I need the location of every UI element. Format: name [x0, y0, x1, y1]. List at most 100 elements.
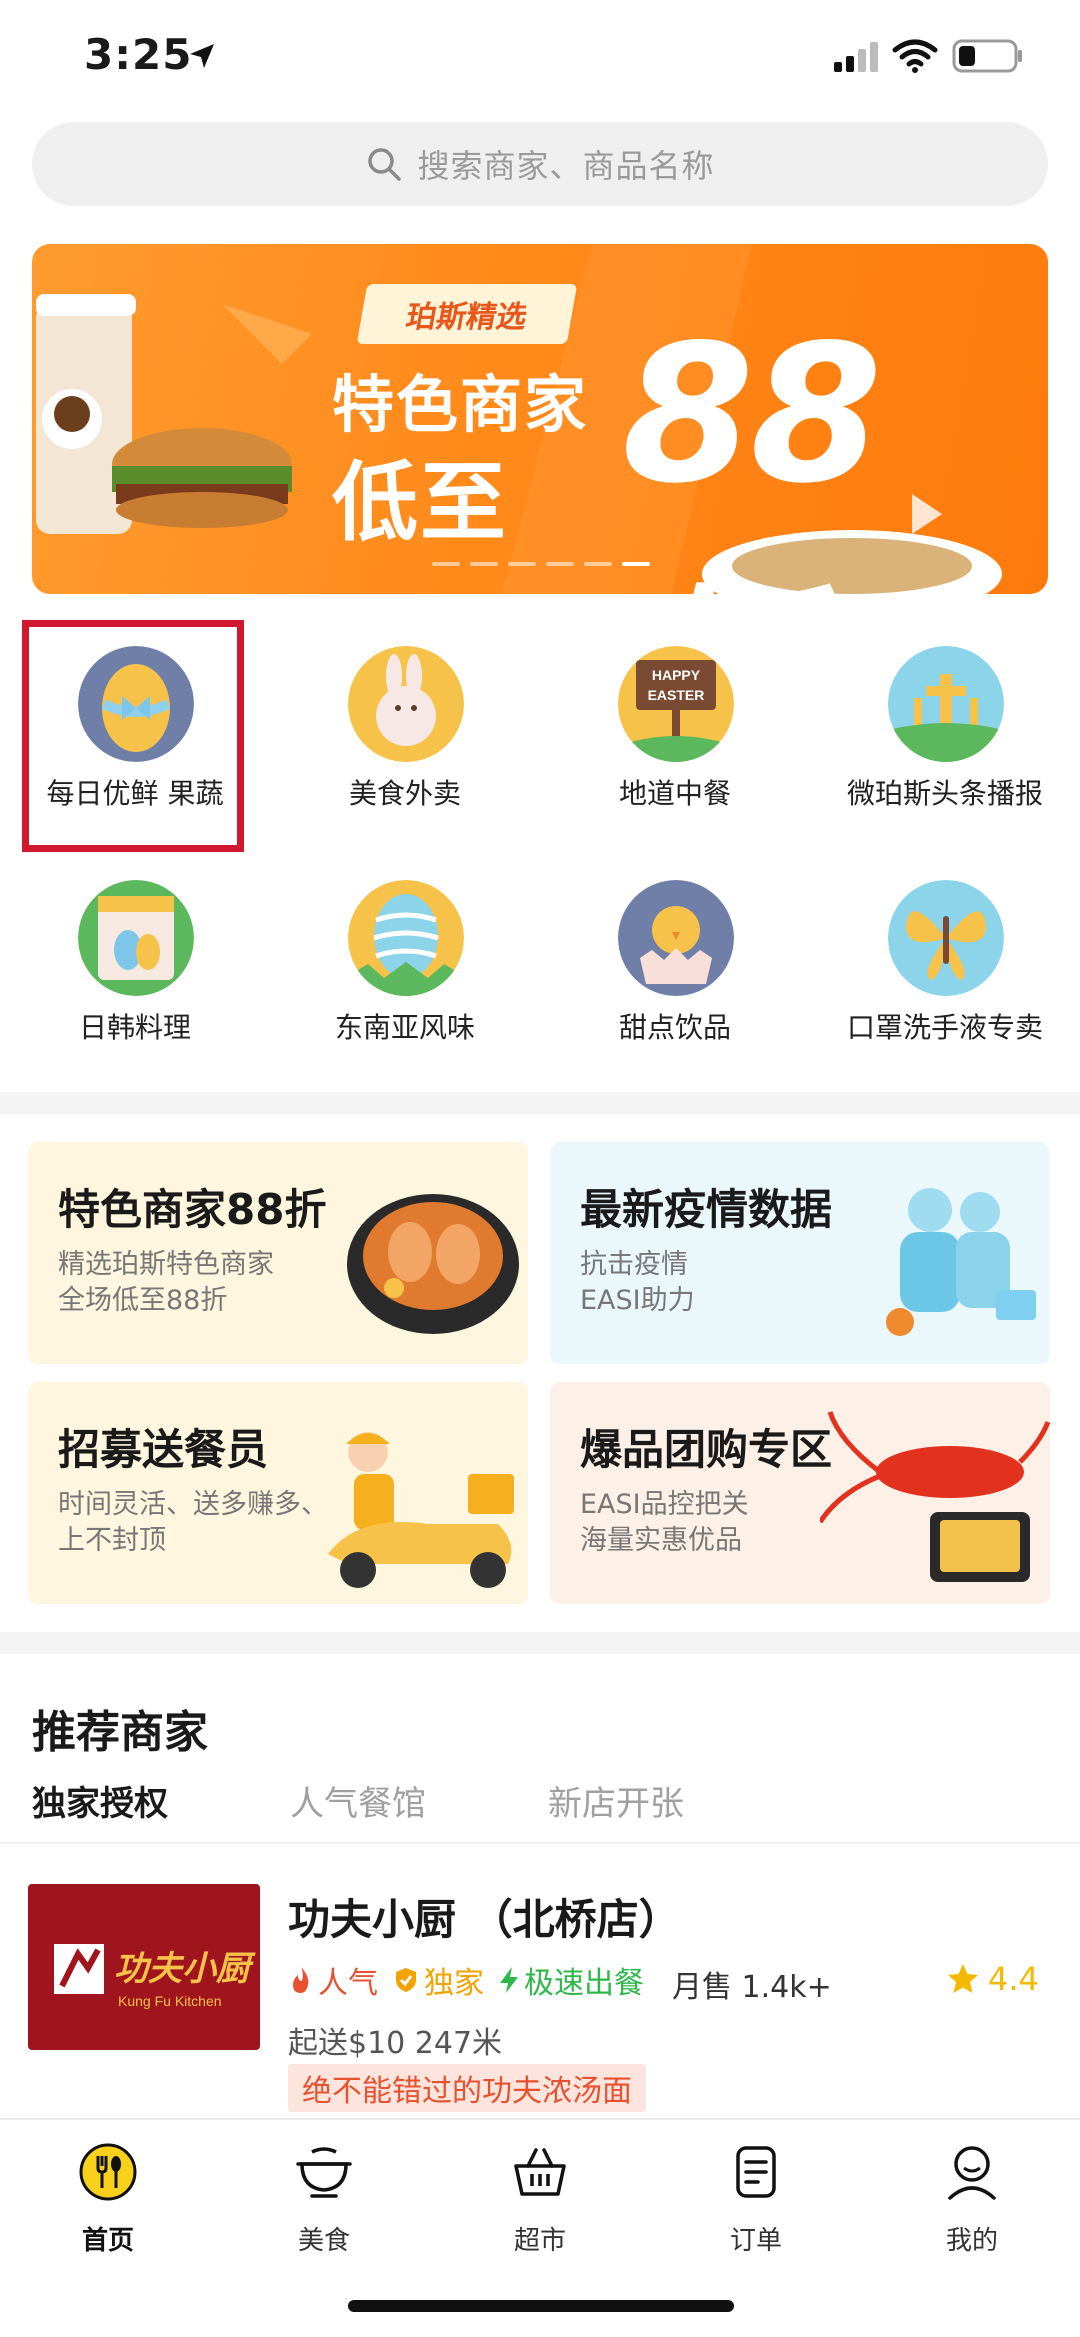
selection-highlight-box [22, 620, 244, 852]
card-subtitle: 抗击疫情 [580, 1249, 688, 1280]
tag-popular: 人气 [288, 1958, 378, 2002]
fire-icon [293, 1967, 309, 1993]
card-subtitle: 时间灵活、送多赚多、 [58, 1489, 328, 1520]
card-subtitle: EASI品控把关 [580, 1489, 749, 1520]
banner-pagination [432, 562, 650, 566]
hotpot-dish-icon [347, 1194, 519, 1334]
promo-card-courier-recruit[interactable]: 招募送餐员 时间灵活、送多赚多、 上不封顶 [28, 1382, 528, 1604]
merchant-monthly-sales: 月售 1.4k+ [672, 1970, 832, 2005]
pagination-dot [508, 562, 536, 566]
scooter-courier-icon [328, 1432, 514, 1588]
banner-headline: 特色商家 [332, 368, 589, 441]
promo-card-special-merchants[interactable]: 特色商家88折 精选珀斯特色商家 全场低至88折 [28, 1142, 528, 1364]
pagination-dot [432, 562, 460, 566]
card-subtitle: 海量实惠优品 [580, 1525, 742, 1556]
pagination-dot [546, 562, 574, 566]
medical-staff-icon [886, 1188, 1036, 1336]
category-label: 甜点饮品 [618, 1011, 731, 1044]
section-divider [0, 1632, 1080, 1654]
section-divider [0, 1092, 1080, 1114]
pagination-dot [584, 562, 612, 566]
category-label: 东南亚风味 [334, 1011, 475, 1044]
bunny-icon [348, 646, 464, 762]
battery-icon [952, 39, 1022, 73]
tabs-divider [0, 1842, 1080, 1844]
tab-new-stores[interactable]: 新店开张 [548, 1776, 684, 1825]
promo-banner[interactable]: 珀斯精选 特色商家 低至 88折 [32, 244, 1048, 594]
tag-label: 独家 [424, 1966, 484, 2001]
crosses-icon [888, 646, 1004, 762]
tab-home[interactable]: 首页 [28, 2142, 188, 2262]
order-list-icon [736, 2146, 776, 2198]
merchant-name: 功夫小厨 （北桥店） [288, 1895, 681, 1944]
kung-fu-kitchen-logo: 功夫小厨 Kung Fu Kitchen [54, 1944, 256, 2009]
merchant-list-item[interactable]: 功夫小厨 Kung Fu Kitchen 功夫小厨 （北桥店） 人气 独家 极速… [0, 1862, 1080, 2122]
tag-label: 人气 [318, 1966, 378, 2001]
pagination-dot-active [622, 562, 650, 566]
section-title: 推荐商家 [32, 1707, 208, 1758]
status-bar: 3:25 [0, 0, 1080, 118]
bowl-icon [296, 2147, 352, 2198]
category-label: 口罩洗手液专卖 [846, 1011, 1043, 1044]
search-input[interactable]: 搜索商家、商品名称 [32, 122, 1048, 206]
cellular-signal-icon [834, 42, 878, 72]
home-indicator [348, 2300, 734, 2312]
card-subtitle: EASI助力 [580, 1285, 695, 1316]
promo-card-group-buy[interactable]: 爆品团购专区 EASI品控把关 海量实惠优品 [550, 1382, 1050, 1604]
banner-discount: 88折 [622, 304, 882, 594]
tab-exclusive[interactable]: 独家授权 [32, 1776, 168, 1825]
calendar-egg-icon [78, 880, 194, 996]
card-title: 特色商家88折 [58, 1185, 327, 1234]
category-jp-kr[interactable]: 日韩料理 [0, 854, 270, 1074]
card-title: 最新疫情数据 [580, 1185, 833, 1234]
status-time: 3:25 [84, 30, 193, 79]
butterfly-icon [888, 880, 1004, 996]
tab-food[interactable]: 美食 [244, 2142, 404, 2262]
rating-value: 4.4 [988, 1960, 1039, 1998]
lobster-dish-icon [820, 1411, 1050, 1582]
tab-label: 我的 [945, 2226, 998, 2256]
wifi-icon [892, 39, 938, 73]
striped-egg-icon [348, 880, 464, 996]
category-chinese-food[interactable]: HAPPY EASTER 地道中餐 [540, 620, 810, 840]
tab-popular[interactable]: 人气餐馆 [290, 1776, 426, 1825]
chick-icon [618, 880, 734, 996]
tab-profile[interactable]: 我的 [892, 2142, 1052, 2262]
pagination-dot [470, 562, 498, 566]
category-food-delivery[interactable]: 美食外卖 [270, 620, 540, 840]
svg-text:EASTER: EASTER [648, 687, 705, 703]
card-subtitle: 全场低至88折 [58, 1285, 228, 1316]
tab-label: 首页 [81, 2226, 134, 2256]
merchant-tags: 人气 独家 极速出餐 [288, 1958, 658, 2002]
card-title: 爆品团购专区 [580, 1425, 833, 1474]
banner-tag: 珀斯精选 [356, 284, 578, 344]
merchant-logo-subtext: Kung Fu Kitchen [118, 1993, 222, 2009]
card-subtitle: 上不封顶 [58, 1525, 166, 1556]
basket-icon [514, 2148, 566, 2196]
merchant-rating: 4.4 [946, 1960, 1039, 1998]
category-label: 美食外卖 [348, 777, 461, 810]
tab-supermarket[interactable]: 超市 [460, 2142, 620, 2262]
merchant-promo-badge: 绝不能错过的功夫浓汤面 [288, 2064, 646, 2112]
card-subtitle: 精选珀斯特色商家 [58, 1249, 274, 1280]
merchant-delivery-info: 起送$10 247米 [288, 2026, 503, 2061]
lightning-icon [500, 1967, 518, 1993]
category-label: 地道中餐 [618, 777, 731, 810]
home-fork-spoon-icon [79, 2143, 137, 2201]
card-title: 招募送餐员 [58, 1425, 269, 1474]
profile-icon [948, 2146, 996, 2200]
tab-label: 美食 [297, 2226, 350, 2256]
tab-label: 超市 [513, 2226, 566, 2256]
promo-card-epidemic-data[interactable]: 最新疫情数据 抗击疫情 EASI助力 [550, 1142, 1050, 1364]
tag-fast: 极速出餐 [498, 1958, 644, 2002]
category-southeast-asian[interactable]: 东南亚风味 [270, 854, 540, 1074]
svg-text:HAPPY: HAPPY [652, 667, 701, 683]
tab-label: 订单 [729, 2226, 782, 2256]
tab-orders[interactable]: 订单 [676, 2142, 836, 2262]
category-label: 日韩料理 [78, 1011, 191, 1044]
category-dessert-drinks[interactable]: 甜点饮品 [540, 854, 810, 1074]
shield-check-icon [396, 1968, 416, 1992]
category-news[interactable]: 微珀斯头条播报 [810, 620, 1080, 840]
category-masks-sanitizer[interactable]: 口罩洗手液专卖 [810, 854, 1080, 1074]
star-icon [948, 1964, 978, 1993]
